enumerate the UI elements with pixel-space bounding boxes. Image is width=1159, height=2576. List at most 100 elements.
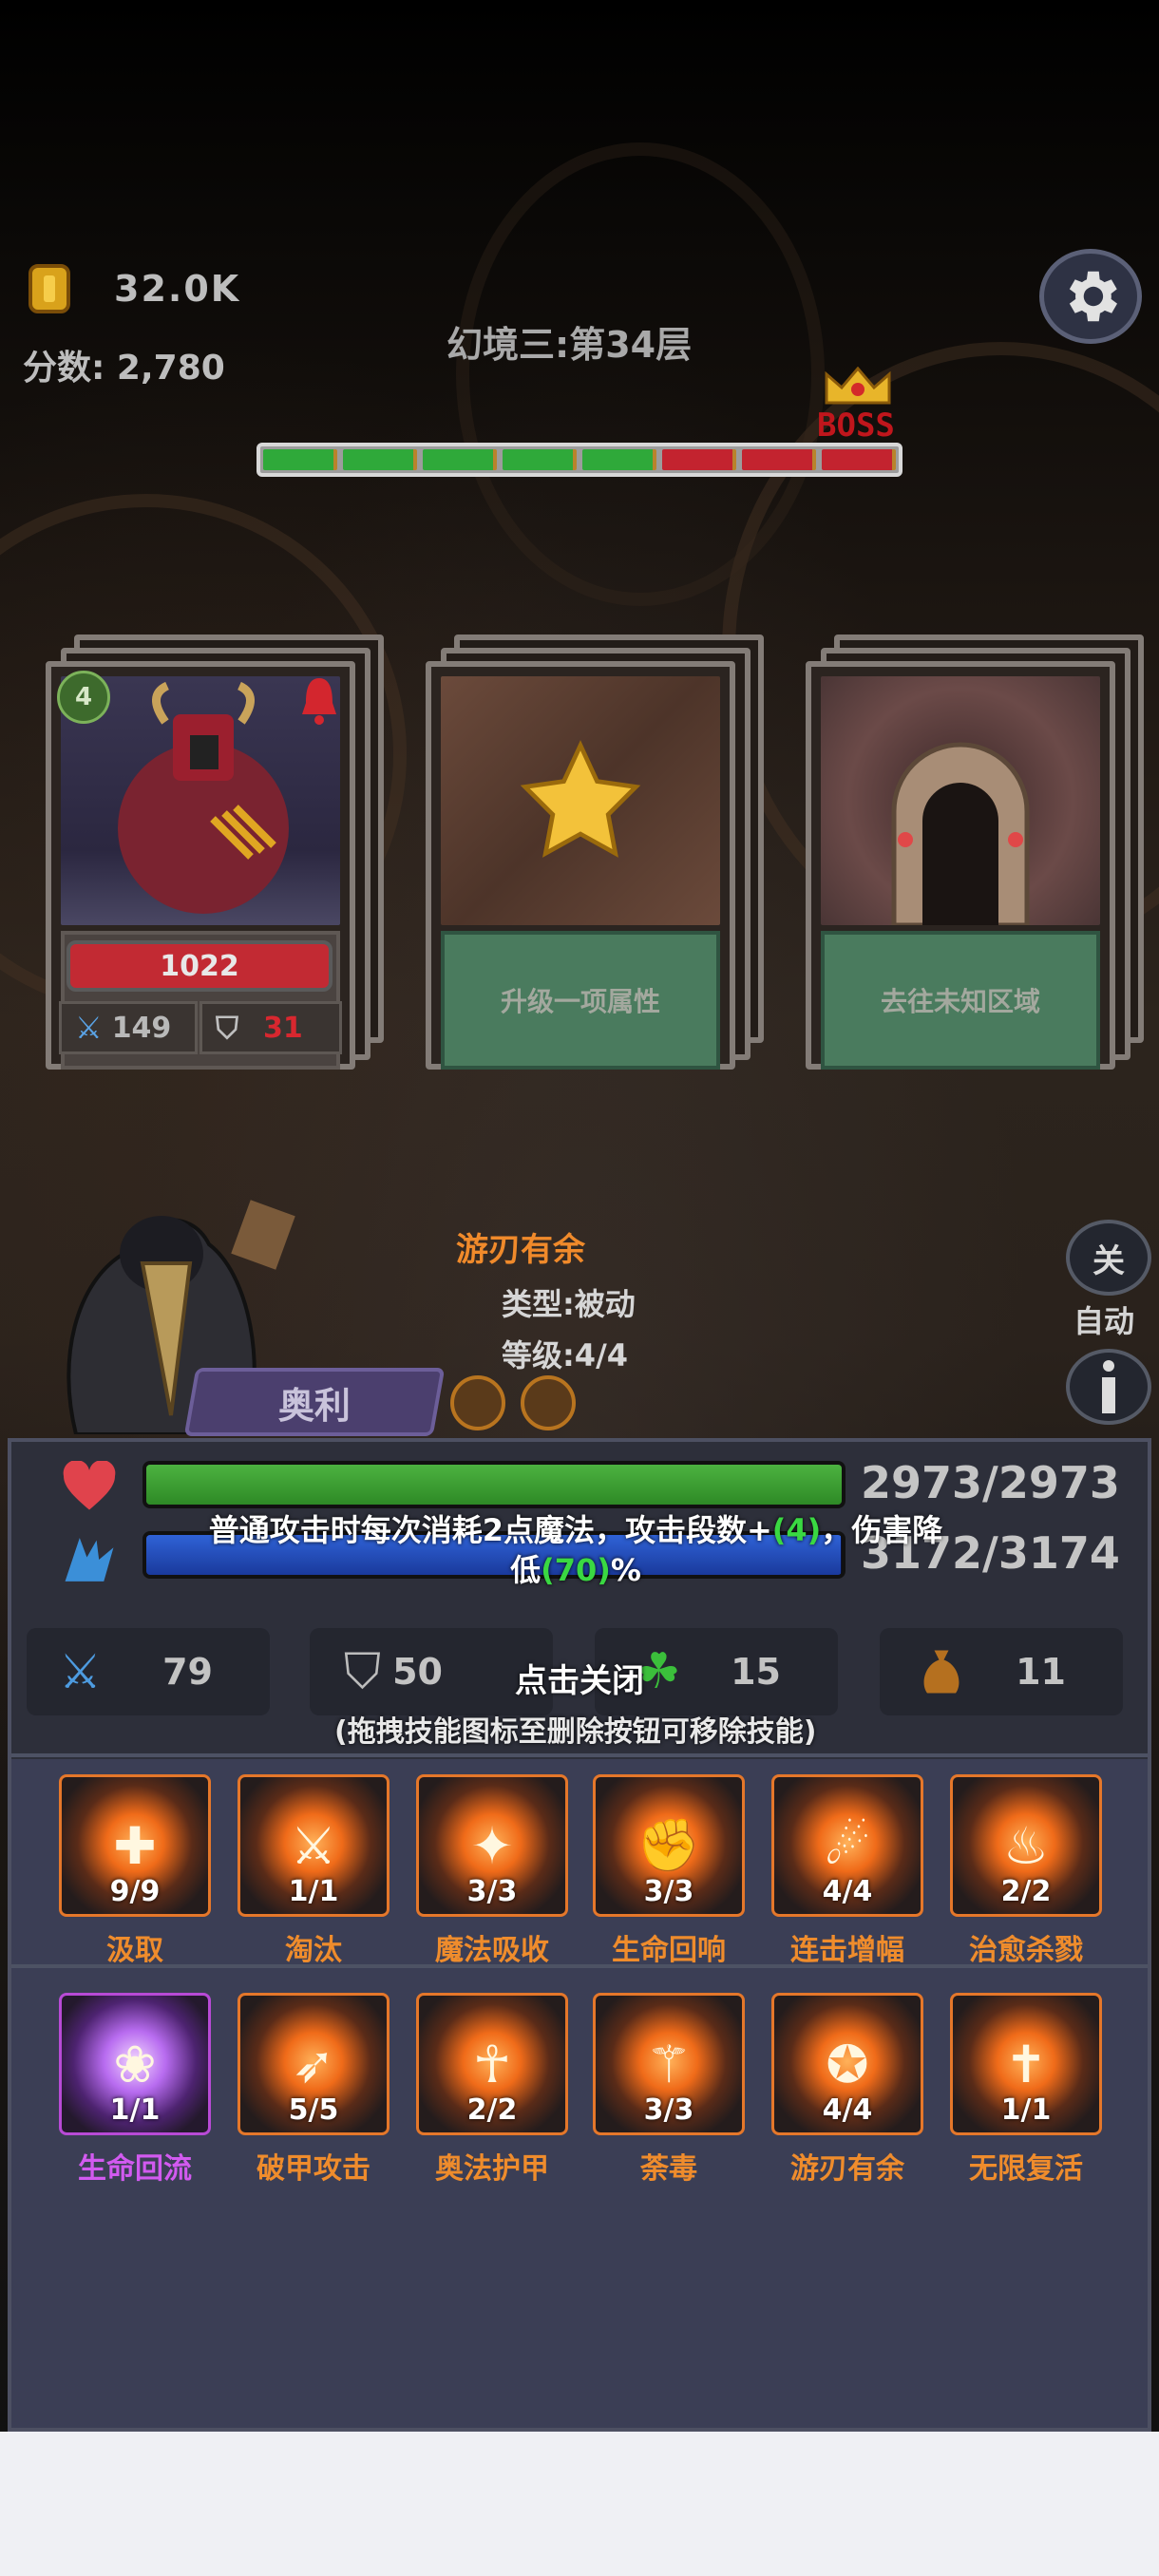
skill-level: 4/4 <box>822 2093 873 2127</box>
hp-bar-fill <box>146 1465 842 1505</box>
defense-value: 50 <box>392 1651 443 1693</box>
enemy-hp: 1022 <box>160 949 239 983</box>
auto-label: 自动 <box>1074 1303 1135 1339</box>
drag-remove-hint: (拖拽技能图标至删除按钮可移除技能) <box>334 1715 817 1749</box>
coin-icon <box>28 264 70 313</box>
skill-name: 荼毒 <box>640 2152 697 2186</box>
card-art <box>821 676 1100 925</box>
tap-to-close-label[interactable]: 点击关闭 <box>515 1655 644 1701</box>
skill-slot[interactable]: ♨ 2/2 治愈杀戮 <box>950 1774 1106 1967</box>
heart-icon <box>63 1461 116 1510</box>
skill-name: 奥法护甲 <box>435 2152 549 2186</box>
skill-level: 2/2 <box>1000 1875 1052 1908</box>
alert-bell-icon <box>302 678 336 725</box>
enemy-attack-value: 149 <box>111 1011 172 1045</box>
coin-count: 32.0K <box>114 268 241 310</box>
info-icon <box>1102 1360 1115 1413</box>
skill-description: 普通攻击时每次消耗2点魔法，攻击段数+(4)，伤害降低(70)% <box>205 1510 946 1590</box>
progress-segment <box>423 449 497 470</box>
skill-name: 汲取 <box>106 1934 163 1967</box>
info-button[interactable] <box>1066 1349 1151 1425</box>
skill-name: 游刃有余 <box>790 2152 904 2186</box>
skill-slot[interactable]: ⚚ 3/3 荼毒 <box>593 1993 749 2186</box>
skill-name: 连击增幅 <box>790 1934 904 1967</box>
skill-level: 1/1 <box>288 1875 339 1908</box>
sword-icon: ⚔ <box>59 1644 102 1699</box>
close-auto-button[interactable]: 关 <box>1066 1220 1151 1296</box>
skill-tooltip-title: 游刃有余 <box>456 1231 585 1269</box>
skill-name: 治愈杀戮 <box>969 1934 1083 1967</box>
skill-level: 9/9 <box>109 1875 161 1908</box>
skill-level: 3/3 <box>643 2093 694 2127</box>
skill-description-value: (70) <box>541 1552 611 1588</box>
enemy-attack: ⚔ 149 <box>59 1001 198 1054</box>
card-face: 去往未知区域 <box>806 661 1115 1070</box>
skill-slot[interactable]: ✦ 3/3 魔法吸收 <box>416 1774 572 1967</box>
skill-level: 3/3 <box>466 1875 518 1908</box>
progress-segment <box>503 449 577 470</box>
skill-slot[interactable]: ➶ 5/5 破甲攻击 <box>238 1993 393 2186</box>
hp-bar <box>142 1461 846 1508</box>
background-branch <box>456 142 825 606</box>
boss-label: BOSS <box>817 407 895 445</box>
skill-level: 5/5 <box>288 2093 339 2127</box>
mana-icon <box>65 1538 114 1582</box>
card-label: 去往未知区域 <box>821 931 1100 1070</box>
card-face: 升级一项属性 <box>426 661 735 1070</box>
skill-name: 生命回流 <box>78 2152 192 2186</box>
skill-description-text: 普通攻击时每次消耗2点魔法，攻击段数+ <box>208 1512 772 1548</box>
skill-tooltip-type: 类型:被动 <box>502 1286 636 1322</box>
progress-segment <box>343 449 417 470</box>
floor-title: 幻境三:第34层 <box>446 324 693 366</box>
luck-value: 15 <box>731 1651 781 1693</box>
hero-name: 奥利 <box>277 1384 351 1427</box>
bag-value: 11 <box>1016 1651 1066 1693</box>
hero-name-tab[interactable]: 奥利 <box>183 1368 446 1436</box>
game-scene: 32.0K 分数: 2,780 幻境三:第34层 BOSS 4 1022 ⚔ 1… <box>0 0 1159 2432</box>
gear-icon <box>1069 271 1117 322</box>
upgrade-card[interactable]: 升级一项属性 <box>426 635 764 1070</box>
skill-slot[interactable]: ✚ 9/9 汲取 <box>59 1774 215 1967</box>
attack-value: 79 <box>162 1651 213 1693</box>
skill-slot[interactable]: ✪ 4/4 游刃有余 <box>771 1993 927 2186</box>
bag-icon <box>923 1650 960 1694</box>
skill-slot[interactable]: ☥ 2/2 奥法护甲 <box>416 1993 572 2186</box>
skill-name: 魔法吸收 <box>435 1934 549 1967</box>
skill-slot[interactable]: ✝ 1/1 无限复活 <box>950 1993 1106 2186</box>
crown-icon <box>825 367 891 405</box>
skill-level: 4/4 <box>822 1875 873 1908</box>
enemy-defense-value: 31 <box>263 1011 303 1045</box>
skill-slot[interactable]: ☄ 4/4 连击增幅 <box>771 1774 927 1967</box>
progress-segment <box>822 449 896 470</box>
enemy-hp-bar: 1022 <box>66 940 332 992</box>
panel-divider <box>11 1753 1148 1757</box>
enemy-defense: ⛉ 31 <box>200 1001 342 1054</box>
level-badge: 4 <box>57 671 110 724</box>
card-label: 升级一项属性 <box>441 931 720 1070</box>
score-label: 分数: 2,780 <box>23 349 225 388</box>
hero-buff-icon[interactable] <box>450 1375 505 1430</box>
skill-level: 1/1 <box>1000 2093 1052 2127</box>
progress-segment <box>662 449 736 470</box>
skill-slot[interactable]: ⚔ 1/1 淘汰 <box>238 1774 393 1967</box>
card-art <box>441 676 720 925</box>
hp-value: 2973/2973 <box>861 1457 1120 1508</box>
skill-slot[interactable]: ✊ 3/3 生命回响 <box>593 1774 749 1967</box>
progress-segment <box>742 449 816 470</box>
shield-buff-icon[interactable] <box>521 1375 576 1430</box>
settings-button[interactable] <box>1039 249 1142 344</box>
skill-name: 破甲攻击 <box>256 2152 370 2186</box>
attack-stat: ⚔ 79 <box>27 1628 270 1715</box>
explore-card[interactable]: 去往未知区域 <box>806 635 1144 1070</box>
floor-progress-bar <box>256 443 902 477</box>
skill-slot[interactable]: ❀ 1/1 生命回流 <box>59 1993 215 2186</box>
sword-icon: ⚔ <box>75 1010 103 1046</box>
progress-segment <box>263 449 337 470</box>
skill-name: 淘汰 <box>285 1934 342 1967</box>
skill-description-text: % <box>610 1552 641 1588</box>
close-auto-label: 关 <box>1092 1241 1125 1280</box>
skill-level: 1/1 <box>109 2093 161 2127</box>
enemy-level: 4 <box>74 683 93 711</box>
skill-name: 生命回响 <box>612 1934 726 1967</box>
star-icon <box>520 740 641 858</box>
